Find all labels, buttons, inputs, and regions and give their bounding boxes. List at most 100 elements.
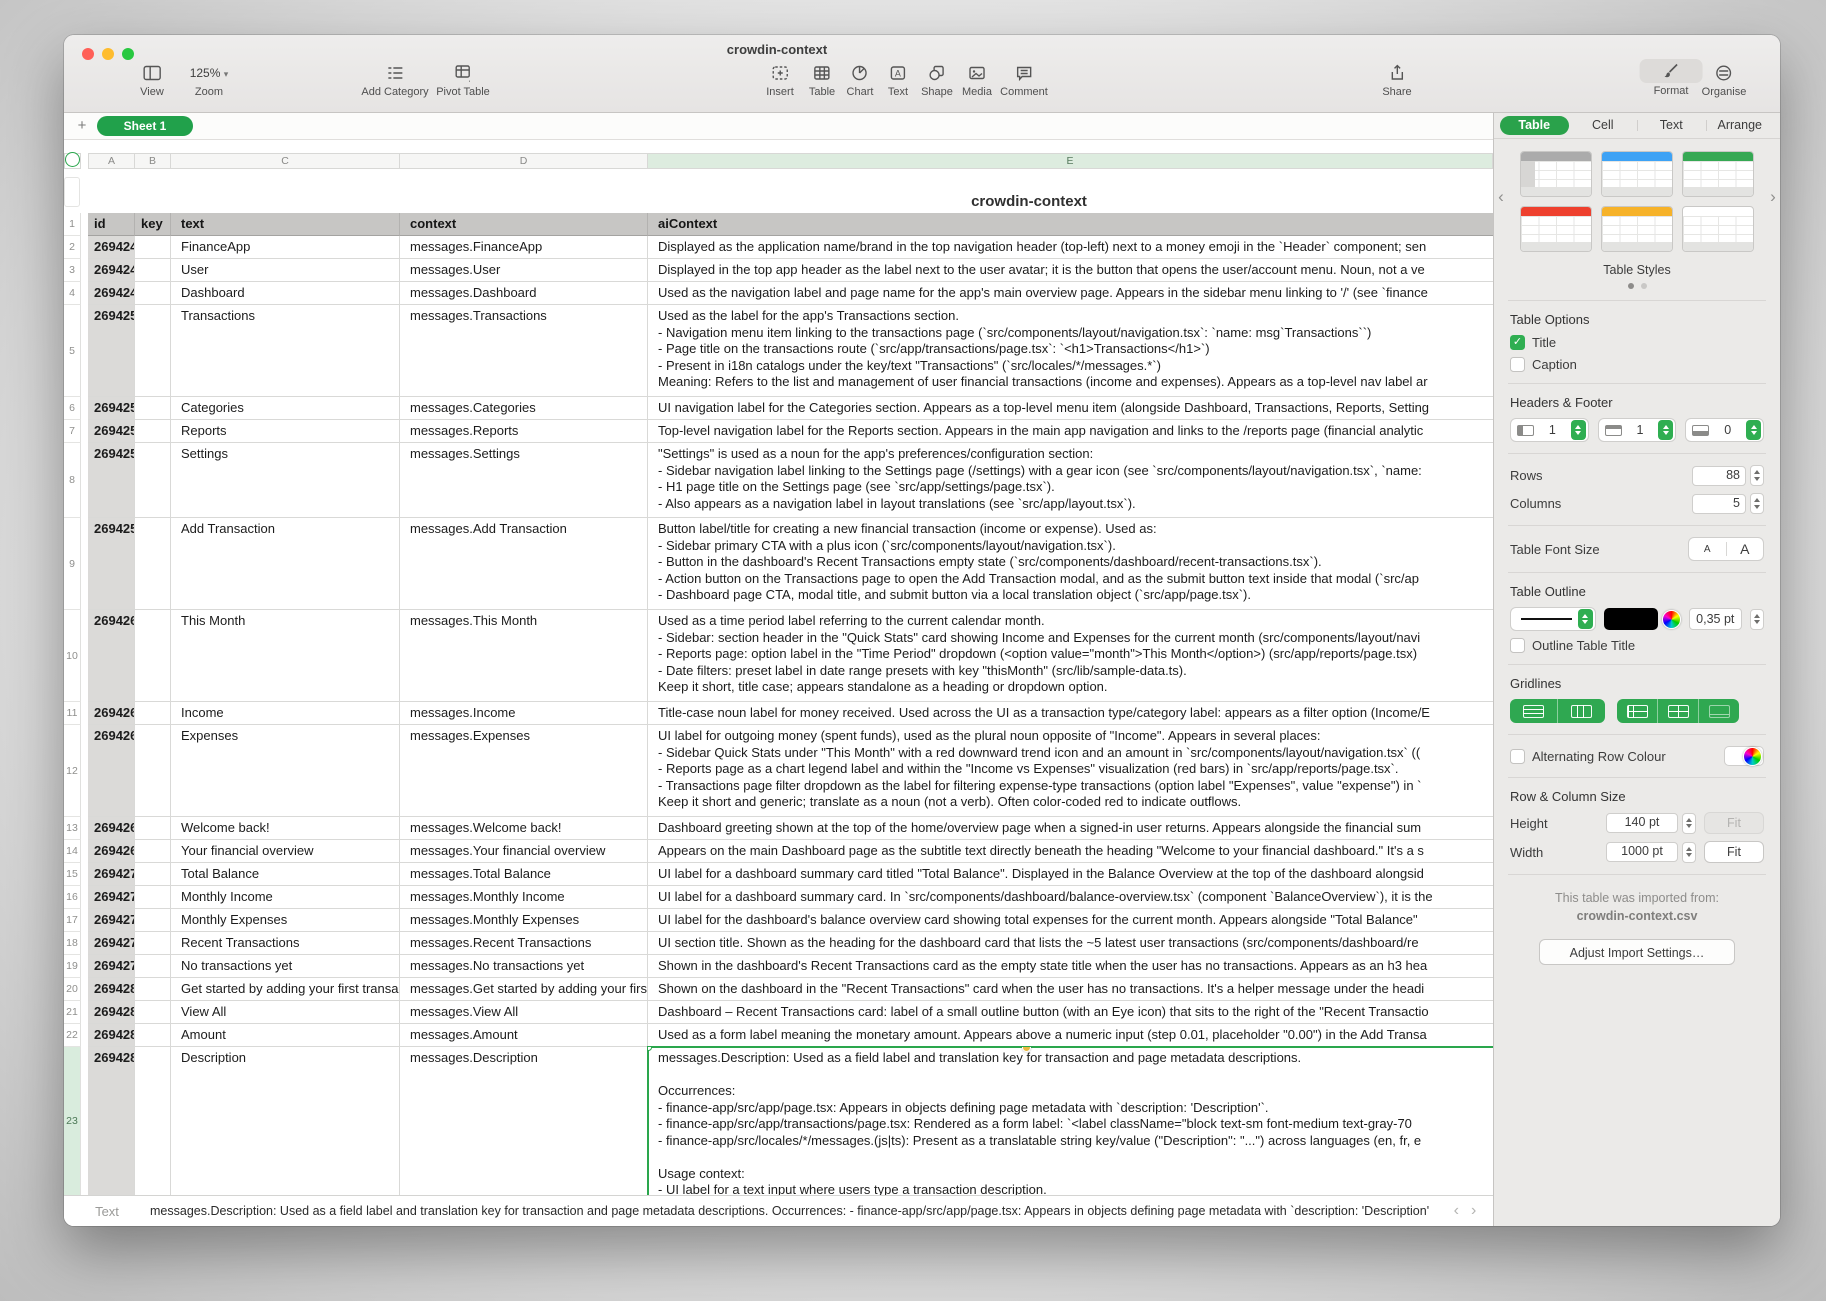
cell[interactable]: messages.Total Balance — [400, 863, 648, 886]
cell[interactable]: messages.Reports — [400, 420, 648, 443]
cell[interactable]: 2694257 — [88, 443, 135, 518]
cell[interactable]: 2694275 — [88, 909, 135, 932]
table-header-context[interactable]: context — [400, 213, 648, 236]
cell[interactable]: messages.This Month — [400, 610, 648, 702]
cell[interactable]: Description — [171, 1047, 400, 1196]
format-tab-text[interactable]: Text — [1637, 116, 1706, 135]
cell[interactable]: Reports — [171, 420, 400, 443]
cell[interactable]: 2694251 — [88, 305, 135, 397]
row-number[interactable]: 13 — [64, 817, 81, 840]
shape-button[interactable]: Shape — [921, 62, 953, 98]
cell[interactable]: Monthly Income — [171, 886, 400, 909]
format-tab-table[interactable]: Table — [1500, 116, 1569, 135]
cell[interactable]: 2694259 — [88, 518, 135, 610]
cell[interactable]: 2694283 — [88, 1001, 135, 1024]
table-style-white-plain[interactable] — [1682, 206, 1754, 252]
share-button[interactable]: Share — [1382, 62, 1411, 98]
cell[interactable]: 2694277 — [88, 932, 135, 955]
selected-cell[interactable]: messages.Description: Used as a field la… — [648, 1047, 1493, 1196]
outline-line-style-dropdown[interactable] — [1510, 607, 1596, 631]
cell[interactable] — [135, 725, 171, 817]
cell[interactable] — [135, 1047, 171, 1196]
cell[interactable]: UI label for a dashboard summary card. I… — [648, 886, 1493, 909]
cell[interactable] — [135, 955, 171, 978]
view-button[interactable]: View — [140, 62, 164, 98]
cell[interactable] — [135, 610, 171, 702]
table-styles-prev-icon[interactable]: ‹ — [1494, 187, 1508, 207]
table-button[interactable]: Table — [809, 62, 835, 98]
cell[interactable]: messages.Welcome back! — [400, 817, 648, 840]
cell[interactable]: Monthly Expenses — [171, 909, 400, 932]
cell[interactable] — [135, 1001, 171, 1024]
adjust-import-settings-button[interactable]: Adjust Import Settings… — [1539, 939, 1735, 965]
columns-input[interactable]: 5 — [1692, 494, 1746, 514]
cell[interactable]: User — [171, 259, 400, 282]
cell[interactable]: 2694253 — [88, 397, 135, 420]
table-styles-pager[interactable] — [1510, 283, 1764, 289]
width-fit-button[interactable]: Fit — [1704, 841, 1764, 863]
cell[interactable] — [135, 1024, 171, 1047]
cell[interactable]: Amount — [171, 1024, 400, 1047]
outline-style-stepper[interactable] — [1578, 609, 1593, 629]
cell[interactable]: messages.FinanceApp — [400, 236, 648, 259]
cell[interactable]: 2694261 — [88, 610, 135, 702]
row-number[interactable]: 20 — [64, 978, 81, 1001]
row-number[interactable]: 2 — [64, 236, 81, 259]
gridlines-button-gd[interactable] — [1657, 699, 1698, 723]
stepper-buttons[interactable] — [1746, 420, 1761, 440]
cell[interactable]: 2694245 — [88, 236, 135, 259]
cell[interactable]: No transactions yet — [171, 955, 400, 978]
cell[interactable]: Title-case noun label for money received… — [648, 702, 1493, 725]
stepper-buttons[interactable] — [1571, 420, 1586, 440]
cell[interactable]: 2694271 — [88, 863, 135, 886]
add-category-button[interactable]: Add Category — [361, 62, 428, 98]
cell[interactable]: Used as a form label meaning the monetar… — [648, 1024, 1493, 1047]
row-number[interactable]: 7 — [64, 420, 81, 443]
cell[interactable]: messages.Add Transaction — [400, 518, 648, 610]
outline-color-well[interactable] — [1604, 608, 1658, 630]
comment-button[interactable]: Comment — [1000, 62, 1048, 98]
gridlines-button-lh[interactable] — [1617, 699, 1657, 723]
cell[interactable]: Shown on the dashboard in the "Recent Tr… — [648, 978, 1493, 1001]
cell[interactable] — [135, 397, 171, 420]
title-checkbox-row[interactable]: ✓ Title — [1510, 335, 1764, 350]
row-number[interactable]: 22 — [64, 1024, 81, 1047]
zoom-control[interactable]: 125% ▾ Zoom — [190, 62, 229, 98]
cell[interactable]: UI section title. Shown as the heading f… — [648, 932, 1493, 955]
cell[interactable]: messages.Transactions — [400, 305, 648, 397]
row-number[interactable]: 17 — [64, 909, 81, 932]
cell[interactable]: FinanceApp — [171, 236, 400, 259]
gridlines-button-ft[interactable] — [1698, 699, 1739, 723]
cell[interactable]: UI label for the dashboard's balance ove… — [648, 909, 1493, 932]
row-number[interactable]: 16 — [64, 886, 81, 909]
row-number[interactable]: 1 — [64, 213, 81, 236]
cell[interactable]: Your financial overview — [171, 840, 400, 863]
cell[interactable]: messages.User — [400, 259, 648, 282]
outline-width-stepper[interactable] — [1750, 609, 1764, 630]
cell[interactable]: Welcome back! — [171, 817, 400, 840]
cell[interactable]: messages.Categories — [400, 397, 648, 420]
media-button[interactable]: Media — [962, 62, 992, 98]
selection-handle[interactable] — [648, 1047, 652, 1051]
cell[interactable]: Total Balance — [171, 863, 400, 886]
cell[interactable]: Used as the navigation label and page na… — [648, 282, 1493, 305]
row-number[interactable]: 12 — [64, 725, 81, 817]
cell[interactable]: 2694281 — [88, 978, 135, 1001]
cell[interactable] — [135, 702, 171, 725]
cell[interactable]: messages.No transactions yet — [400, 955, 648, 978]
cell[interactable] — [135, 282, 171, 305]
status-prev-icon[interactable]: ‹ — [1454, 1202, 1459, 1220]
row-number[interactable]: 18 — [64, 932, 81, 955]
cell[interactable] — [135, 978, 171, 1001]
cell[interactable]: 2694279 — [88, 955, 135, 978]
cell[interactable]: Top-level navigation label for the Repor… — [648, 420, 1493, 443]
row-number[interactable]: 21 — [64, 1001, 81, 1024]
stepper-buttons[interactable] — [1658, 420, 1673, 440]
cell[interactable]: messages.Monthly Income — [400, 886, 648, 909]
cell[interactable]: Dashboard greeting shown at the top of t… — [648, 817, 1493, 840]
row-number[interactable]: 5 — [64, 305, 81, 397]
row-number[interactable]: 11 — [64, 702, 81, 725]
cell[interactable]: messages.Dashboard — [400, 282, 648, 305]
cell[interactable]: messages.Expenses — [400, 725, 648, 817]
autofill-handle[interactable] — [1022, 1047, 1031, 1052]
